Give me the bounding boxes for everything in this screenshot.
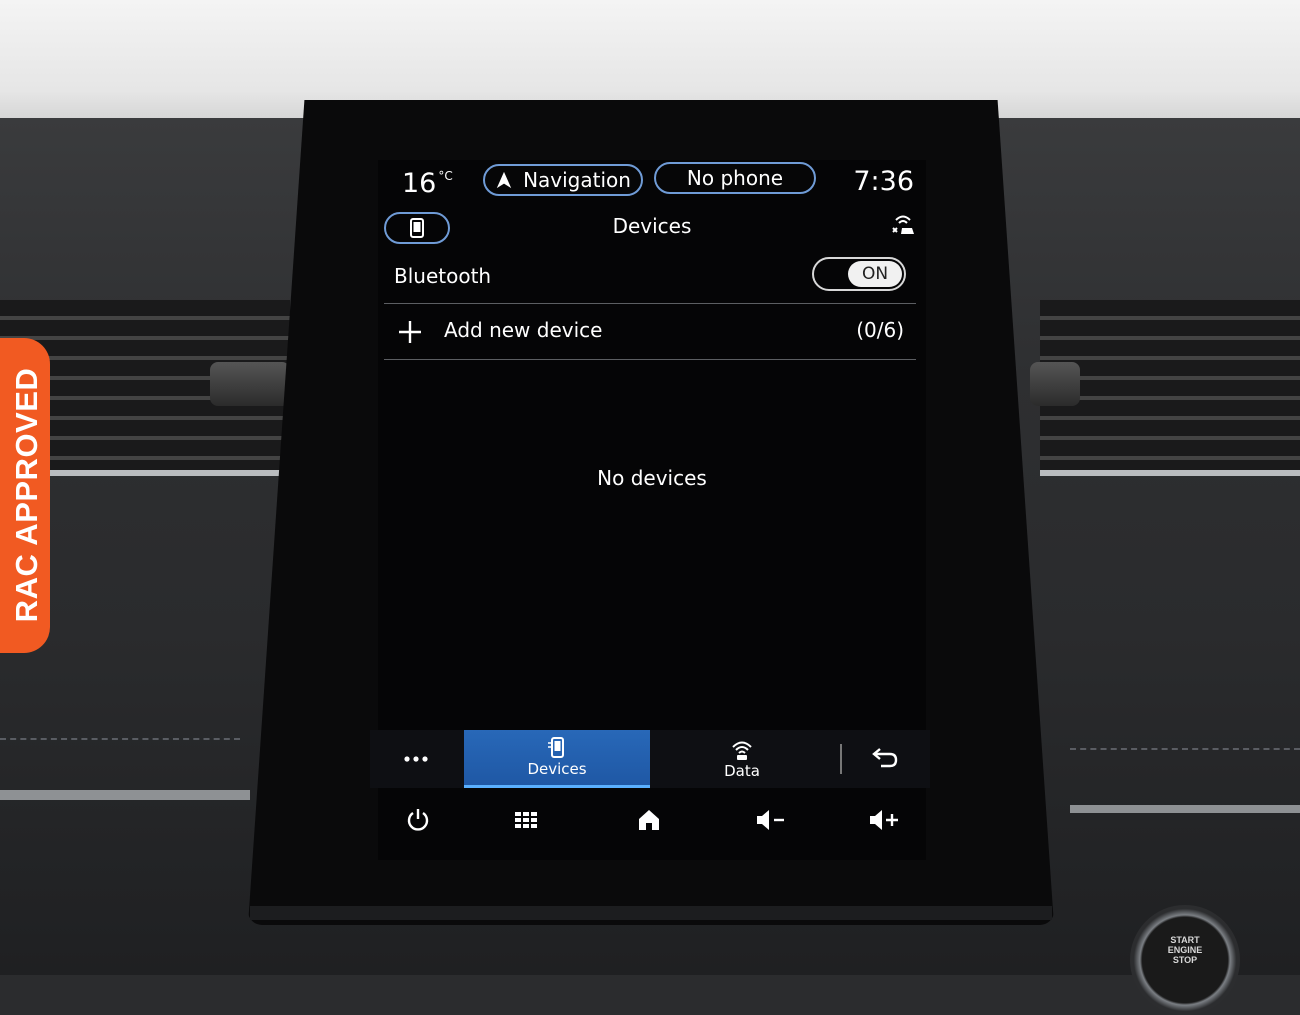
tab-bar: Devices Data [370, 730, 930, 788]
wireless-data-icon [732, 741, 752, 760]
tab-data[interactable]: Data [652, 730, 832, 788]
infotainment-screen: 16 °C Navigation No phone 7:36 Devices Bl… [370, 160, 930, 860]
trim-stitching-right [1070, 748, 1300, 750]
phone-icon [548, 737, 564, 758]
bluetooth-toggle-state: ON [848, 261, 902, 287]
volume-up-button[interactable] [864, 804, 904, 836]
back-button[interactable] [840, 744, 928, 774]
system-bar [378, 792, 926, 848]
volume-up-icon [870, 810, 898, 830]
add-new-device-row[interactable]: Add new device (0/6) [384, 304, 916, 360]
volume-down-icon [757, 810, 784, 830]
start-engine-button: START ENGINE STOP [1130, 905, 1240, 1015]
navigation-arrow-icon [496, 171, 512, 189]
bluetooth-label: Bluetooth [394, 264, 492, 288]
tab-data-label: Data [724, 761, 760, 780]
phone-status-label: No phone [686, 166, 784, 190]
power-button[interactable] [398, 804, 438, 836]
plus-icon [399, 321, 421, 343]
tab-more[interactable] [370, 730, 462, 788]
navigation-label: Navigation [523, 168, 631, 192]
home-button[interactable] [629, 804, 669, 836]
back-icon [872, 748, 898, 768]
rac-approved-text: RAC APPROVED [9, 367, 44, 623]
volume-down-button[interactable] [751, 804, 791, 836]
tab-devices[interactable]: Devices [464, 730, 650, 788]
home-icon [639, 810, 659, 830]
add-new-device-label: Add new device [444, 318, 603, 342]
temperature-value: 16 [402, 168, 437, 199]
phone-status-button[interactable]: No phone [654, 162, 816, 194]
chrome-trim-left [0, 790, 250, 800]
tab-devices-label: Devices [527, 760, 587, 778]
temperature-unit: °C [438, 169, 453, 183]
vent-knob-right [1030, 362, 1080, 406]
clock: 7:36 [853, 166, 914, 197]
start-engine-label: START ENGINE STOP [1167, 935, 1203, 965]
outside-temperature: 16 °C [402, 168, 453, 199]
power-icon [407, 809, 429, 831]
apps-grid-icon [515, 812, 537, 828]
car-connectivity-off-icon [892, 215, 914, 234]
bluetooth-row: Bluetooth ON [384, 252, 916, 304]
trim-stitching-left [0, 738, 240, 740]
empty-state-message: No devices [597, 466, 707, 490]
page-title: Devices [612, 214, 692, 238]
navigation-button[interactable]: Navigation [483, 164, 643, 196]
more-dots-icon [404, 756, 428, 762]
chrome-trim-right [1070, 805, 1300, 813]
vent-knob-left [210, 362, 290, 406]
screen-bezel-edge [250, 906, 1052, 920]
apps-grid-button[interactable] [506, 804, 546, 836]
device-count: (0/6) [856, 318, 904, 342]
bluetooth-toggle[interactable]: ON [812, 257, 906, 291]
